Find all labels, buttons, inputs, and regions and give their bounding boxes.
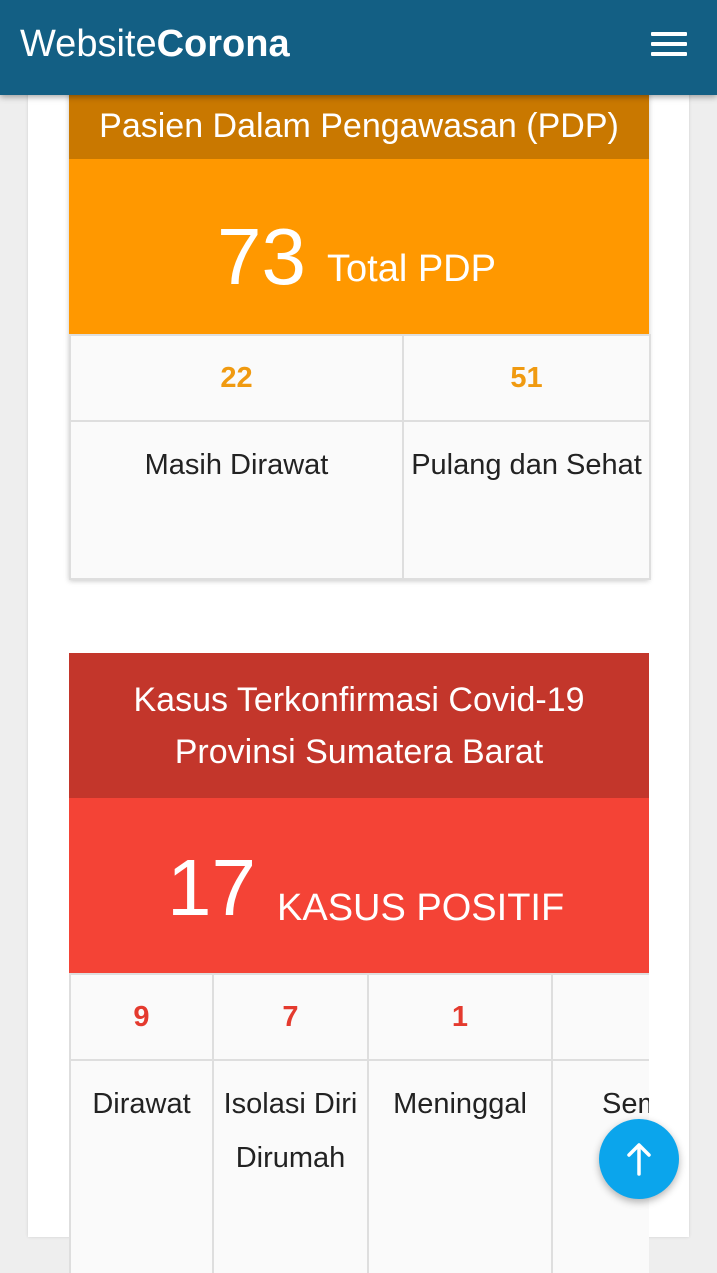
pdp-stats-table: 22 51 Masih Dirawat Pulang dan Sehat <box>69 334 651 580</box>
pdp-hero: 73 Total PDP <box>69 159 649 334</box>
pdp-masih-dirawat-label: Masih Dirawat <box>69 420 404 580</box>
covid-total-number: 17 <box>167 843 256 932</box>
covid-hero: 17 KASUS POSITIF <box>69 798 649 973</box>
covid-meninggal-value: 1 <box>367 973 553 1061</box>
covid-stats-table: 9 7 1 0 Dirawat Isolasi Diri Dirumah Men… <box>69 973 649 1273</box>
covid-isolasi-label: Isolasi Diri Dirumah <box>212 1059 369 1273</box>
arrow-up-icon <box>627 1143 651 1176</box>
site-brand-link[interactable]: WebsiteCorona <box>20 22 290 66</box>
covid-isolasi-value: 7 <box>212 973 369 1061</box>
pdp-total-label: Total PDP <box>327 248 496 290</box>
covid-dirawat-value: 9 <box>69 973 214 1061</box>
covid-stats-scroll-area[interactable]: 9 7 1 0 Dirawat Isolasi Diri Dirumah Men… <box>69 973 649 1273</box>
pdp-total-number: 73 <box>217 212 306 301</box>
top-navbar: WebsiteCorona <box>0 0 717 95</box>
covid-total-label: KASUS POSITIF <box>277 887 565 929</box>
brand-text-corona: Corona <box>156 23 290 65</box>
covid-card-title: Kasus Terkonfirmasi Covid-19 Provinsi Su… <box>69 653 649 798</box>
covid-sembuh-value: 0 <box>551 973 649 1061</box>
covid-confirmed-card: Kasus Terkonfirmasi Covid-19 Provinsi Su… <box>69 653 649 1273</box>
hamburger-menu-icon[interactable] <box>642 26 696 62</box>
covid-meninggal-label: Meninggal <box>367 1059 553 1273</box>
pdp-pulang-sehat-label: Pulang dan Sehat <box>402 420 651 580</box>
pdp-pulang-sehat-value: 51 <box>402 334 651 422</box>
pdp-masih-dirawat-value: 22 <box>69 334 404 422</box>
pdp-card: Pasien Dalam Pengawasan (PDP) 73 Total P… <box>69 80 651 580</box>
scroll-to-top-button[interactable] <box>599 1119 679 1199</box>
covid-dirawat-label: Dirawat <box>69 1059 214 1273</box>
brand-text-website: Website <box>20 23 157 65</box>
